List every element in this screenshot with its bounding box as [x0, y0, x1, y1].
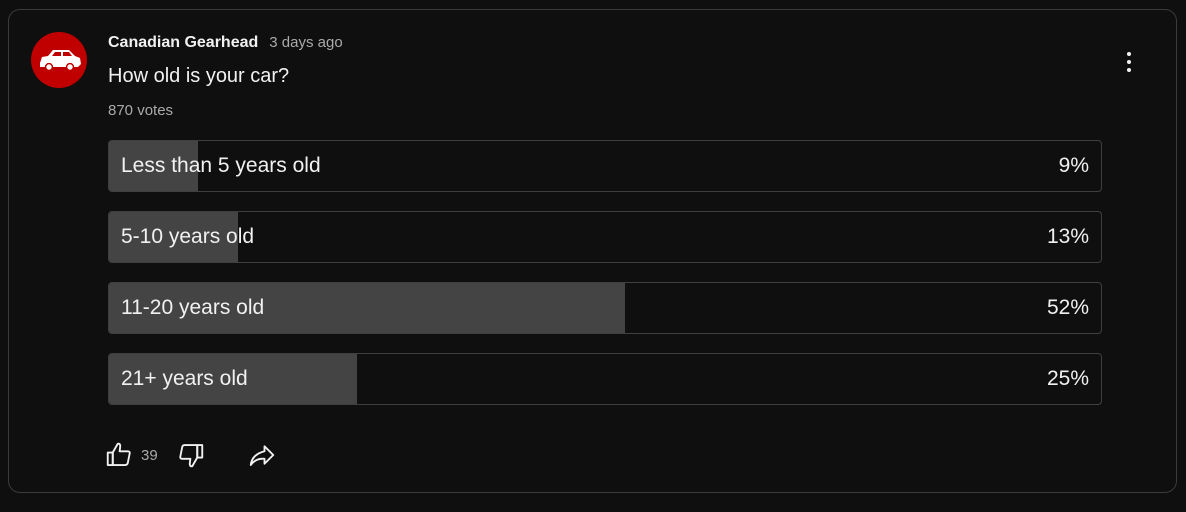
poll-option[interactable]: Less than 5 years old 9%: [108, 140, 1102, 192]
community-post-card: Canadian Gearhead 3 days ago How old is …: [8, 9, 1177, 493]
poll-option-percent: 52%: [1046, 296, 1089, 319]
poll-vote-count: 870 votes: [108, 102, 174, 119]
more-vertical-icon: [1127, 52, 1131, 56]
more-vertical-icon-dot: [1127, 68, 1131, 72]
channel-name-link[interactable]: Canadian Gearhead: [108, 34, 258, 52]
poll-option-percent: 9%: [1058, 154, 1089, 177]
post-header: Canadian Gearhead 3 days ago: [108, 34, 343, 52]
poll-option-label: 11-20 years old: [121, 296, 265, 319]
poll-option[interactable]: 21+ years old 25%: [108, 353, 1102, 405]
thumbs-down-icon[interactable]: [176, 440, 206, 470]
more-actions-button[interactable]: [1113, 46, 1145, 78]
poll-options: Less than 5 years old 9% 5-10 years old …: [108, 140, 1102, 424]
thumbs-up-icon[interactable]: [104, 440, 134, 470]
poll-option[interactable]: 11-20 years old 52%: [108, 282, 1102, 334]
share-icon[interactable]: [247, 440, 277, 470]
poll-option[interactable]: 5-10 years old 13%: [108, 211, 1102, 263]
poll-option-percent: 25%: [1046, 367, 1089, 390]
poll-question: How old is your car?: [108, 65, 290, 87]
poll-option-label: 5-10 years old: [121, 225, 255, 248]
like-count: 39: [141, 447, 158, 464]
more-vertical-icon-dot: [1127, 60, 1131, 64]
post-timestamp[interactable]: 3 days ago: [269, 34, 342, 51]
poll-option-percent: 13%: [1046, 225, 1089, 248]
poll-option-label: Less than 5 years old: [121, 154, 321, 177]
channel-avatar[interactable]: [31, 32, 87, 88]
car-icon: [40, 50, 81, 72]
poll-option-label: 21+ years old: [121, 367, 248, 390]
